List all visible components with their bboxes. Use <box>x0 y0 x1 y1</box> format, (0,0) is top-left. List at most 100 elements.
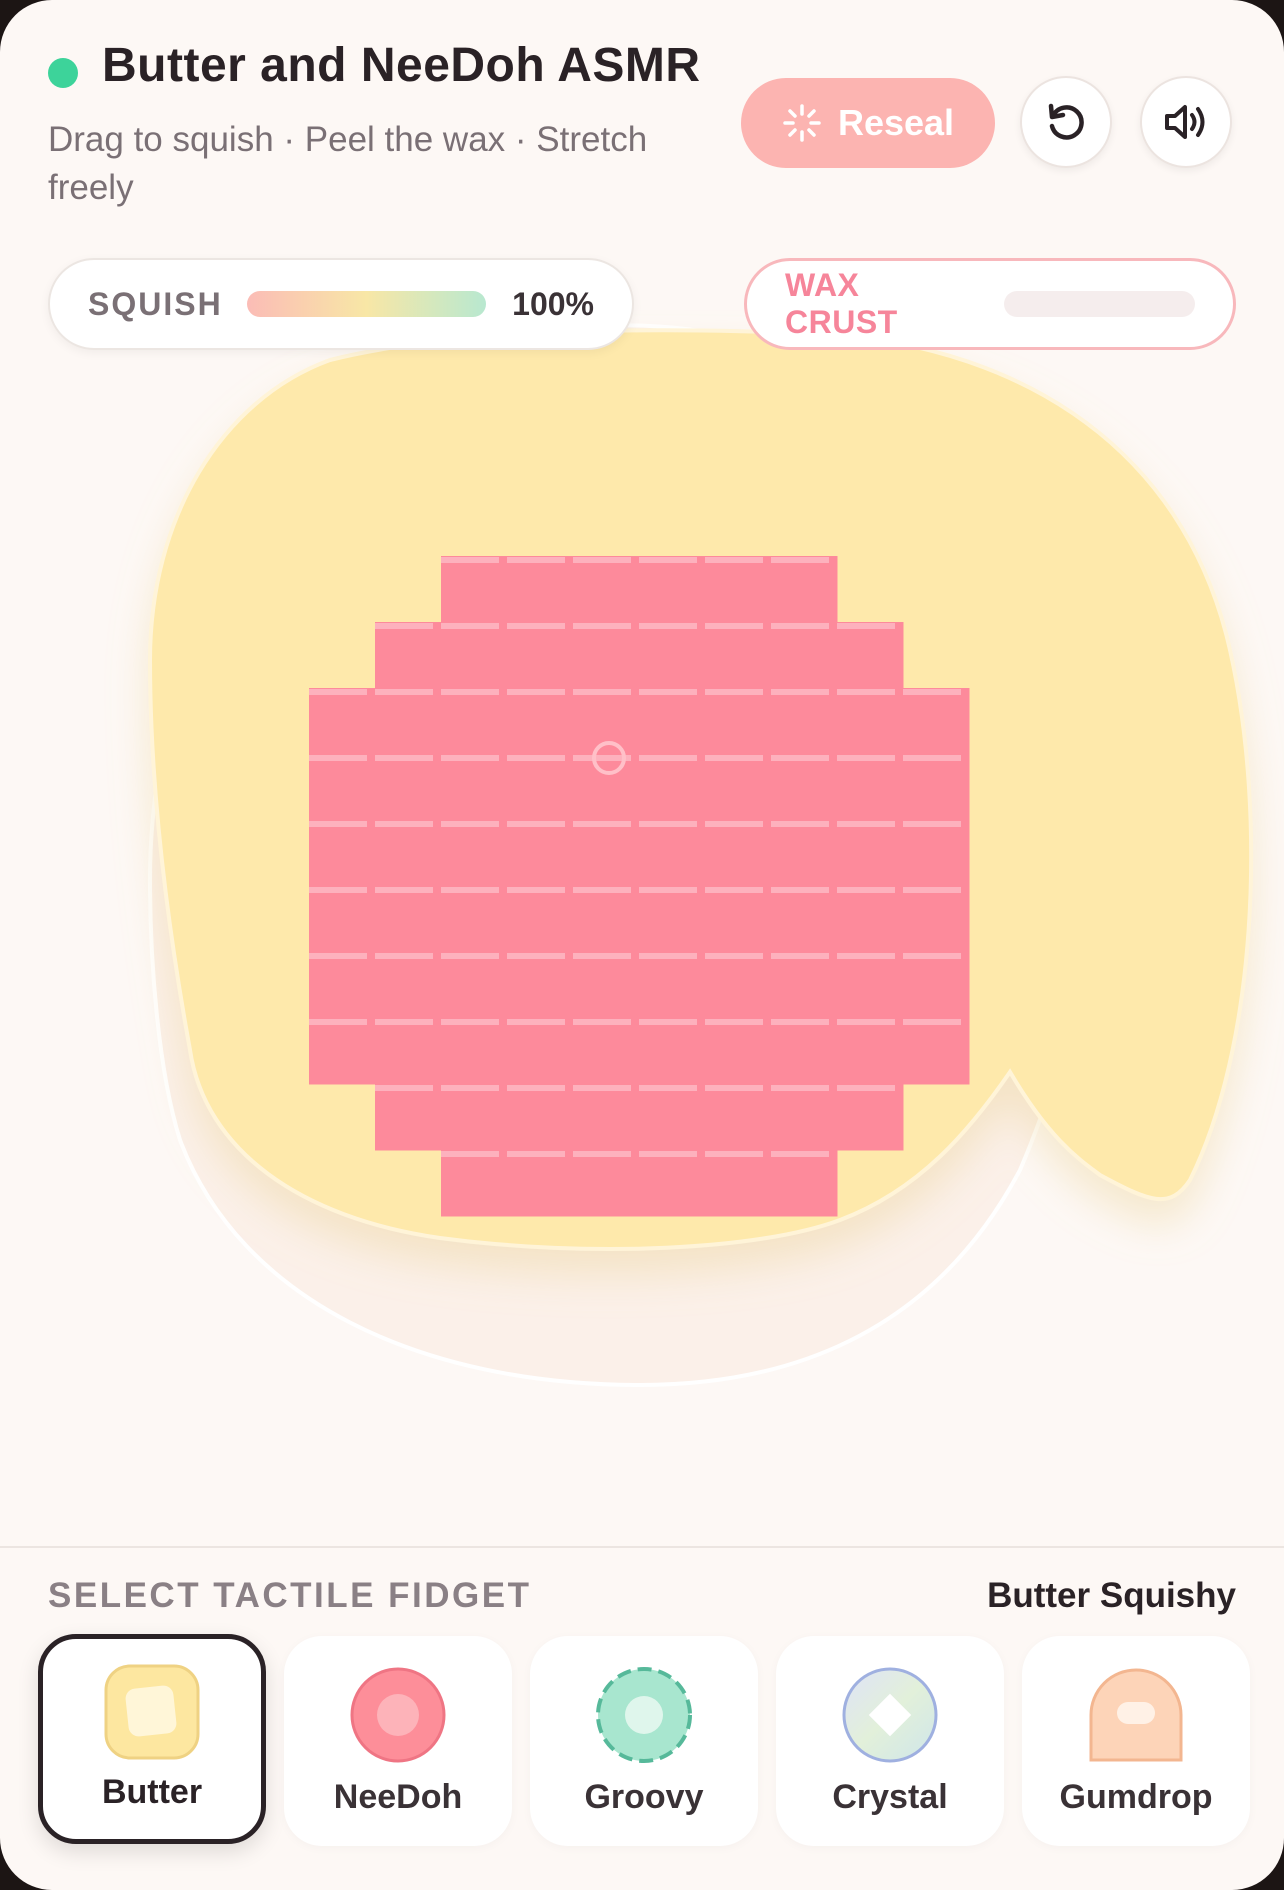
wax-tile[interactable] <box>771 886 838 953</box>
wax-tile[interactable] <box>639 622 706 689</box>
wax-tile[interactable] <box>441 1084 508 1151</box>
fidget-card-gumdrop[interactable]: Gumdrop <box>1022 1636 1250 1846</box>
wax-tile[interactable] <box>441 952 508 1019</box>
wax-tile[interactable] <box>705 1150 772 1217</box>
wax-tile[interactable] <box>639 1150 706 1217</box>
wax-tile[interactable] <box>771 952 838 1019</box>
wax-tile[interactable] <box>639 820 706 887</box>
wax-tile[interactable] <box>639 1018 706 1085</box>
wax-tile[interactable] <box>705 754 772 821</box>
wax-tile[interactable] <box>573 622 640 689</box>
wax-tile[interactable] <box>573 820 640 887</box>
wax-tile[interactable] <box>507 688 574 755</box>
wax-tile[interactable] <box>507 886 574 953</box>
wax-tile-highlight <box>639 1019 697 1025</box>
wax-tile-highlight <box>507 953 565 959</box>
wax-tile[interactable] <box>639 952 706 1019</box>
wax-tile[interactable] <box>441 688 508 755</box>
wax-tile[interactable] <box>837 952 904 1019</box>
wax-tile[interactable] <box>903 1018 970 1085</box>
wax-tile[interactable] <box>705 1084 772 1151</box>
wax-tile[interactable] <box>639 556 706 623</box>
wax-tile[interactable] <box>573 754 640 821</box>
wax-tile[interactable] <box>837 688 904 755</box>
fidget-card-needoh[interactable]: NeeDoh <box>284 1636 512 1846</box>
wax-tile[interactable] <box>771 1018 838 1085</box>
wax-tile[interactable] <box>375 754 442 821</box>
wax-tile[interactable] <box>837 820 904 887</box>
wax-tile[interactable] <box>903 688 970 755</box>
wax-tile[interactable] <box>309 688 376 755</box>
wax-tile[interactable] <box>507 1018 574 1085</box>
wax-tile[interactable] <box>441 754 508 821</box>
wax-tile[interactable] <box>441 820 508 887</box>
wax-tile[interactable] <box>375 622 442 689</box>
wax-tile[interactable] <box>507 952 574 1019</box>
wax-tile[interactable] <box>705 820 772 887</box>
fidget-card-crystal[interactable]: Crystal <box>776 1636 1004 1846</box>
wax-tile[interactable] <box>837 622 904 689</box>
wax-tile[interactable] <box>309 886 376 953</box>
reseal-button[interactable]: Reseal <box>741 78 995 168</box>
wax-tile[interactable] <box>837 754 904 821</box>
wax-tile[interactable] <box>441 622 508 689</box>
wax-tile[interactable] <box>771 820 838 887</box>
fidget-card-groovy[interactable]: Groovy <box>530 1636 758 1846</box>
wax-tile[interactable] <box>771 1084 838 1151</box>
wax-tile[interactable] <box>705 688 772 755</box>
wax-tile[interactable] <box>309 820 376 887</box>
wax-tile[interactable] <box>771 688 838 755</box>
wax-tile[interactable] <box>375 886 442 953</box>
wax-tile[interactable] <box>771 622 838 689</box>
wax-tile[interactable] <box>573 952 640 1019</box>
squish-stage[interactable] <box>0 310 1284 1420</box>
wax-tile[interactable] <box>705 622 772 689</box>
wax-tile[interactable] <box>705 1018 772 1085</box>
wax-tile[interactable] <box>507 1150 574 1217</box>
wax-tile[interactable] <box>903 754 970 821</box>
wax-tile[interactable] <box>375 1018 442 1085</box>
wax-crust[interactable] <box>309 556 970 1217</box>
wax-tile[interactable] <box>507 556 574 623</box>
wax-tile[interactable] <box>441 1150 508 1217</box>
wax-tile[interactable] <box>441 886 508 953</box>
wax-tile[interactable] <box>837 1084 904 1151</box>
wax-tile-highlight <box>903 887 961 893</box>
wax-tile[interactable] <box>903 886 970 953</box>
wax-tile[interactable] <box>309 952 376 1019</box>
wax-tile[interactable] <box>705 886 772 953</box>
wax-tile[interactable] <box>441 1018 508 1085</box>
wax-tile[interactable] <box>375 1084 442 1151</box>
wax-tile[interactable] <box>375 820 442 887</box>
wax-tile[interactable] <box>771 1150 838 1217</box>
sound-button[interactable] <box>1140 76 1232 168</box>
wax-tile[interactable] <box>639 754 706 821</box>
wax-tile[interactable] <box>705 952 772 1019</box>
wax-tile[interactable] <box>507 1084 574 1151</box>
wax-tile[interactable] <box>837 886 904 953</box>
wax-tile[interactable] <box>309 1018 376 1085</box>
wax-tile[interactable] <box>573 556 640 623</box>
wax-tile[interactable] <box>837 1018 904 1085</box>
wax-tile[interactable] <box>639 886 706 953</box>
wax-tile[interactable] <box>507 754 574 821</box>
wax-tile[interactable] <box>573 1150 640 1217</box>
wax-tile[interactable] <box>903 820 970 887</box>
reset-button[interactable] <box>1020 76 1112 168</box>
wax-tile[interactable] <box>507 622 574 689</box>
wax-tile[interactable] <box>573 886 640 953</box>
wax-tile[interactable] <box>441 556 508 623</box>
wax-tile[interactable] <box>573 1018 640 1085</box>
wax-tile[interactable] <box>771 556 838 623</box>
wax-tile[interactable] <box>573 1084 640 1151</box>
wax-tile[interactable] <box>375 688 442 755</box>
wax-tile[interactable] <box>639 1084 706 1151</box>
wax-tile[interactable] <box>309 754 376 821</box>
wax-tile[interactable] <box>639 688 706 755</box>
wax-tile[interactable] <box>375 952 442 1019</box>
wax-tile[interactable] <box>903 952 970 1019</box>
wax-tile[interactable] <box>771 754 838 821</box>
wax-tile[interactable] <box>507 820 574 887</box>
fidget-card-butter[interactable]: Butter <box>38 1634 266 1844</box>
wax-tile[interactable] <box>705 556 772 623</box>
